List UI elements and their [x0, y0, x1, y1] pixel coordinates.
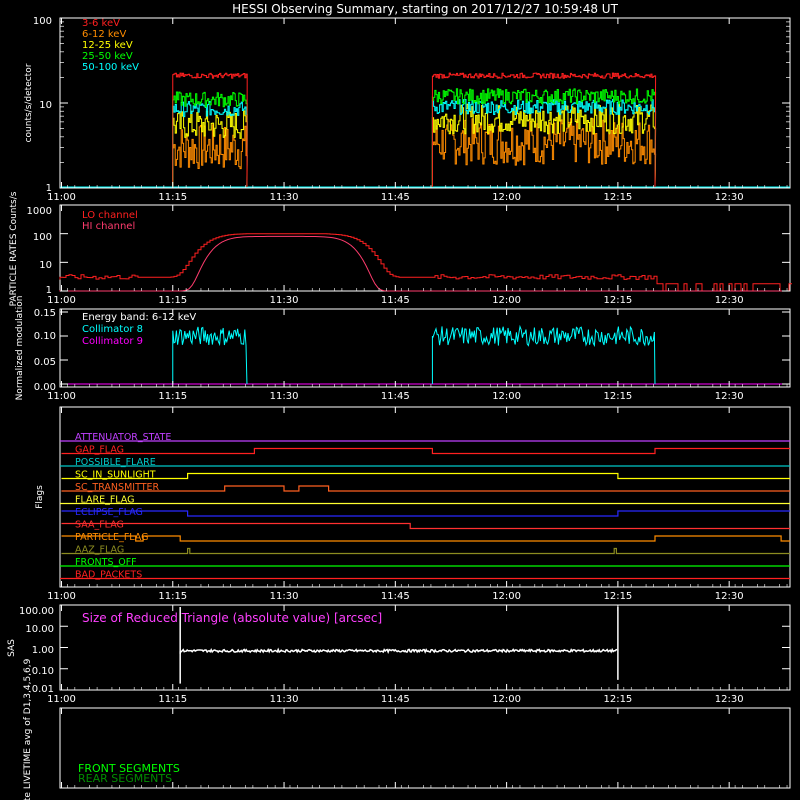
x-tick-label: 12:30 [715, 391, 744, 402]
x-tick-label: 12:30 [715, 295, 744, 306]
x-tick-label: 11:45 [381, 295, 410, 306]
x-tick-label: 11:00 [47, 391, 76, 402]
legend-collimator-9: Collimator 9 [82, 336, 143, 347]
energy-band-label: Energy band: 6-12 keV [82, 312, 196, 323]
x-tick-label: 11:15 [158, 591, 187, 602]
hessi-summary-figure: HESSI Observing Summary, starting on 201… [0, 0, 800, 800]
legend-lo-channel: LO channel [82, 210, 138, 221]
mod-ytick-015: 0.15 [34, 308, 56, 319]
x-tick-label: 12:30 [715, 591, 744, 602]
legend-hi-channel: HI channel [82, 221, 135, 232]
flag-label: ECLIPSE_FLAG [75, 507, 143, 518]
count-ytick-100: 100 [33, 16, 52, 27]
x-tick-label: 11:45 [381, 694, 410, 705]
x-tick-label: 11:00 [47, 295, 76, 306]
sas-ytick-1000: 10.00 [25, 624, 54, 635]
x-tick-label: 12:30 [715, 694, 744, 705]
x-tick-label: 11:00 [47, 694, 76, 705]
sas-ytick-100: 1.00 [32, 645, 54, 656]
x-tick-label: 12:30 [715, 192, 744, 203]
x-tick-label: 11:30 [270, 694, 299, 705]
sas-ytick-010: 0.10 [32, 666, 54, 677]
count-ytick-10: 10 [39, 100, 52, 111]
x-tick-label: 12:00 [492, 192, 521, 203]
x-tick-label: 11:15 [158, 192, 187, 203]
monitor-ylabel: Mon. Rate LIVETIME avg of D1,3,4,5,6,9 [23, 658, 33, 800]
x-tick-label: 11:30 [270, 591, 299, 602]
particle-ytick-10: 10 [39, 260, 52, 271]
legend-50-100kev: 50-100 keV [82, 62, 139, 73]
legend-collimator-8: Collimator 8 [82, 324, 143, 335]
x-tick-label: 12:15 [603, 694, 632, 705]
legend-12-25kev: 12-25 keV [82, 40, 133, 51]
x-tick-label: 12:00 [492, 295, 521, 306]
x-tick-label: 12:15 [603, 295, 632, 306]
legend-3-6kev: 3-6 keV [82, 18, 120, 29]
x-tick-label: 12:00 [492, 694, 521, 705]
x-tick-label: 11:45 [381, 591, 410, 602]
mod-ytick-010: 0.10 [34, 331, 56, 342]
x-tick-label: 11:00 [47, 591, 76, 602]
particle-ylabel: PARTICLE RATES Counts/s [9, 191, 19, 306]
particle-ytick-100: 100 [33, 232, 52, 243]
x-tick-label: 12:15 [603, 391, 632, 402]
legend-rear-segments: REAR SEGMENTS [78, 772, 172, 785]
count-rates-ylabel: counts/s/detector [24, 63, 34, 142]
x-tick-label: 11:00 [47, 192, 76, 203]
mod-ytick-005: 0.05 [34, 357, 56, 368]
flags-ylabel: Flags [35, 485, 45, 509]
sas-ytick-10000: 100.00 [19, 606, 54, 617]
x-tick-label: 11:15 [158, 391, 187, 402]
x-tick-label: 12:15 [603, 192, 632, 203]
x-tick-label: 11:15 [158, 295, 187, 306]
x-tick-label: 11:30 [270, 391, 299, 402]
x-tick-label: 11:45 [381, 391, 410, 402]
figure-title: HESSI Observing Summary, starting on 201… [232, 2, 618, 16]
x-tick-label: 11:45 [381, 192, 410, 203]
x-tick-label: 11:30 [270, 192, 299, 203]
legend-6-12kev: 6-12 keV [82, 29, 126, 40]
flag-label: SAA_FLAG [75, 520, 124, 531]
x-tick-label: 11:30 [270, 295, 299, 306]
sas-annotation: Size of Reduced Triangle (absolute value… [82, 611, 382, 625]
x-tick-label: 12:15 [603, 591, 632, 602]
x-tick-label: 12:00 [492, 591, 521, 602]
sas-ylabel: SAS [7, 639, 17, 657]
particle-ytick-1000: 1000 [27, 206, 52, 217]
modulation-ylabel: Normalized modulation [15, 296, 25, 401]
x-tick-label: 12:00 [492, 391, 521, 402]
legend-25-50kev: 25-50 keV [82, 51, 133, 62]
x-tick-label: 11:15 [158, 694, 187, 705]
